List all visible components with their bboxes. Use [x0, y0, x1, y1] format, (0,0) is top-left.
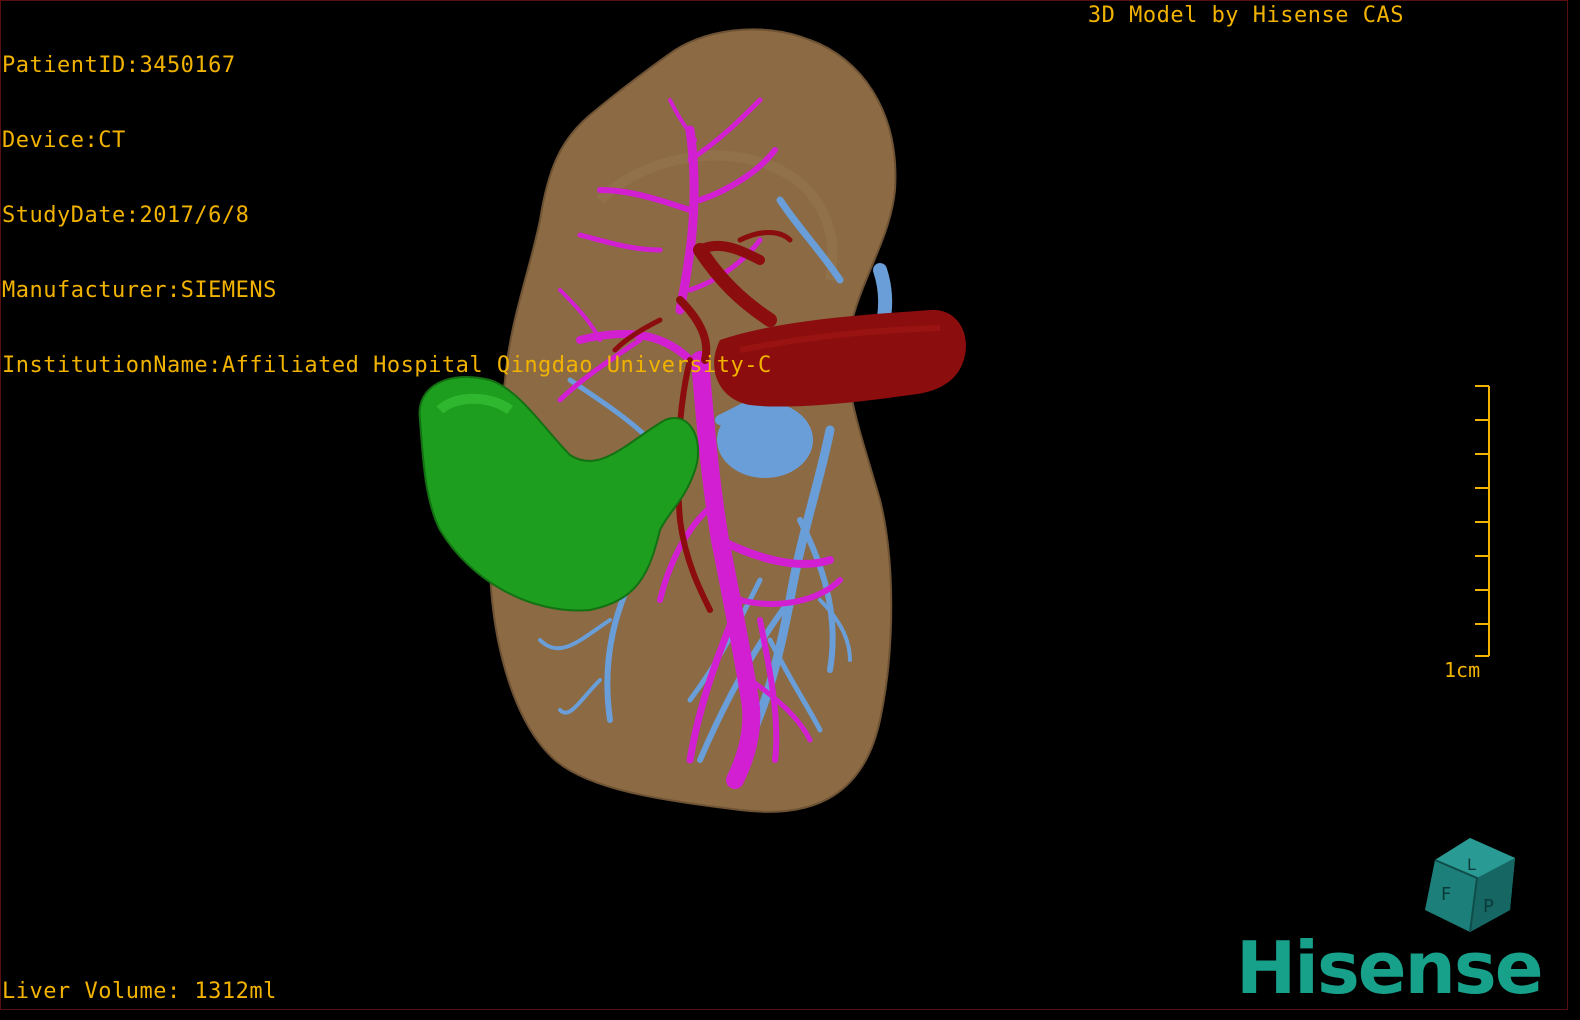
patient-id: PatientID:3450167 — [2, 53, 236, 78]
study-date: StudyDate:2017/6/8 — [2, 203, 250, 228]
model-credit: 3D Model by Hisense CAS — [1087, 3, 1404, 28]
cube-label-l: L — [1467, 855, 1476, 874]
device: Device:CT — [2, 128, 126, 153]
institution-name: InstitutionName:Affiliated Hospital Qing… — [2, 353, 772, 378]
orientation-cube-icon[interactable]: F L P — [1415, 830, 1525, 940]
cube-label-p: P — [1483, 896, 1494, 917]
scale-bar — [1475, 385, 1490, 657]
manufacturer: Manufacturer:SIEMENS — [2, 278, 277, 303]
ivc — [717, 402, 813, 478]
cube-label-f: F — [1441, 884, 1451, 905]
liver-volume: Liver Volume: 1312ml — [2, 979, 277, 1004]
scale-label: 1cm — [1444, 658, 1481, 682]
hisense-logo: Hisense — [1236, 926, 1544, 1010]
patient-info: PatientID:3450167 Device:CT StudyDate:20… — [2, 3, 772, 403]
